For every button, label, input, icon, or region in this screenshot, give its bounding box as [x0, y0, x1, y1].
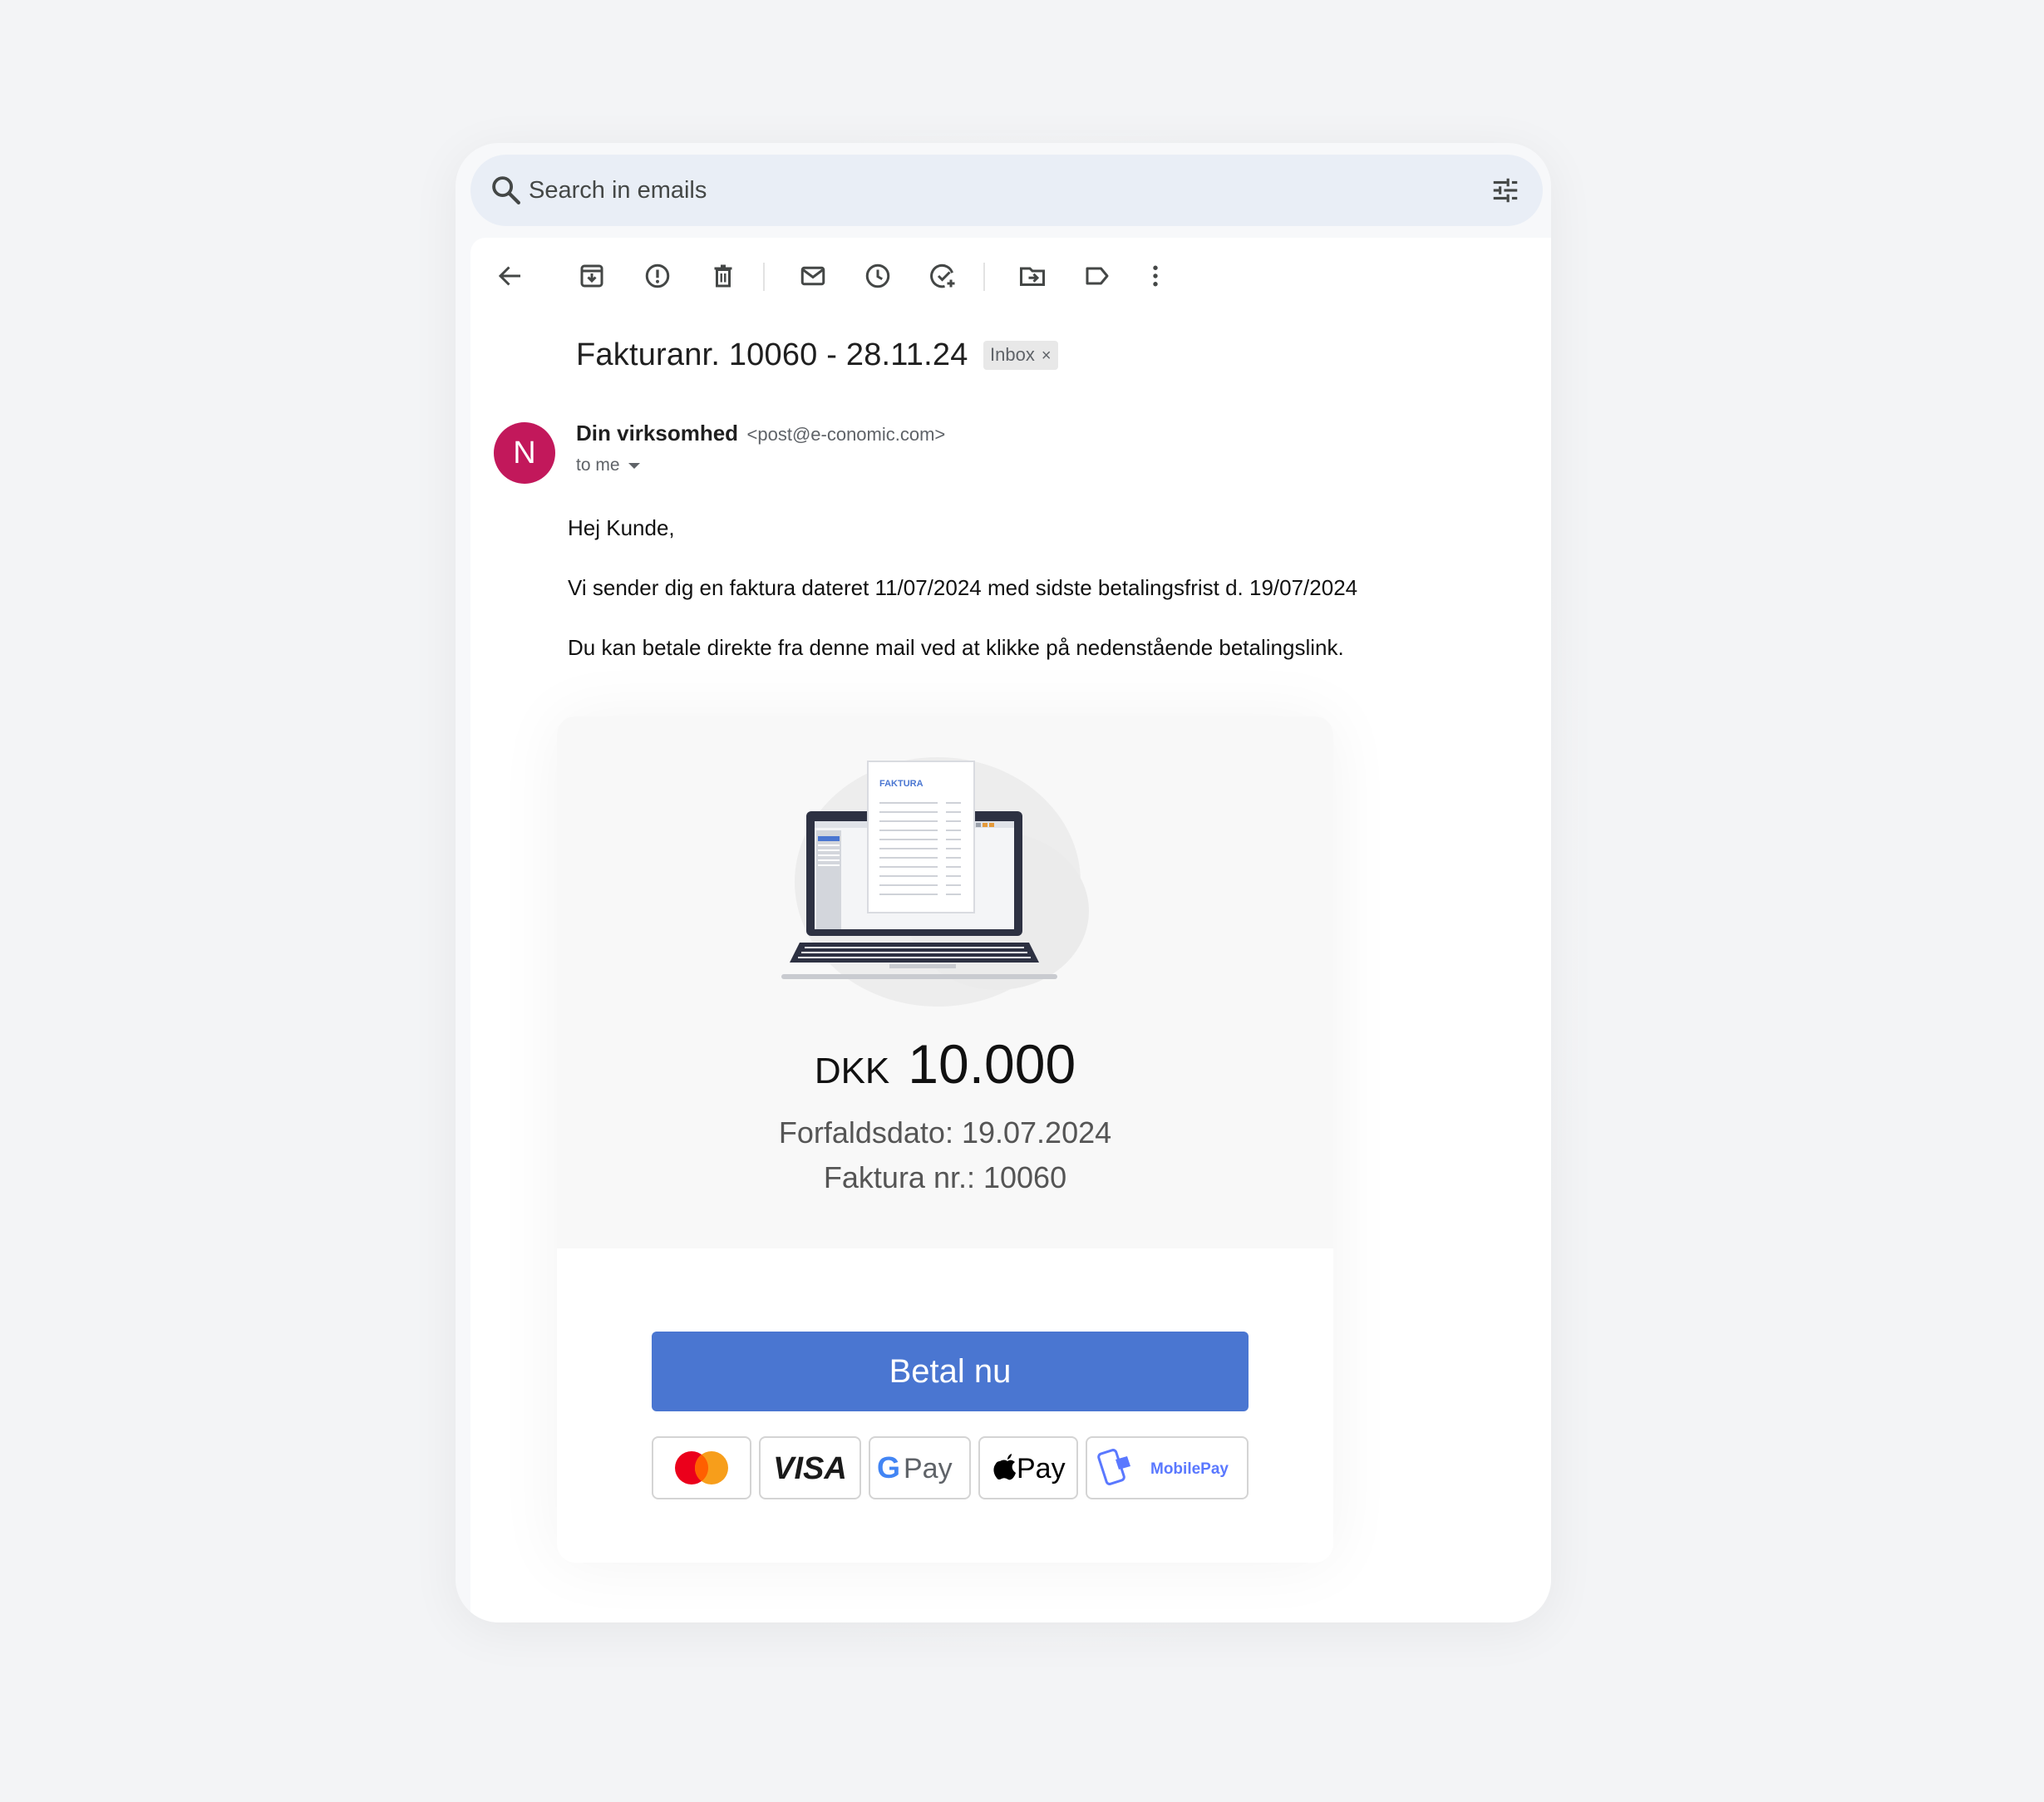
- snooze-icon[interactable]: [863, 261, 893, 291]
- inbox-label-text: Inbox: [990, 344, 1035, 365]
- archive-icon[interactable]: [577, 261, 607, 291]
- pay-now-button[interactable]: Betal nu: [652, 1332, 1249, 1411]
- svg-text:FAKTURA: FAKTURA: [879, 779, 923, 789]
- subject-row: Fakturanr. 10060 - 28.11.24 Inbox ×: [576, 337, 1058, 387]
- body-paragraph-2: Du kan betale direkte fra denne mail ved…: [568, 635, 1344, 660]
- report-spam-icon[interactable]: [643, 261, 672, 291]
- sender-name[interactable]: Din virksomhed: [576, 421, 738, 446]
- laptop-invoice-illustration: FAKTURA: [773, 736, 1106, 1019]
- add-to-tasks-icon[interactable]: [928, 261, 958, 291]
- sender-line: Din virksomhed <post@e-conomic.com>: [576, 421, 945, 446]
- amount-value: 10.000: [908, 1033, 1076, 1095]
- apple-pay-icon: Pay: [978, 1436, 1078, 1499]
- email-client-window: Fakturanr. 10060 - 28.11.24 Inbox × N Din…: [456, 143, 1551, 1622]
- google-pay-text: Pay: [904, 1453, 953, 1484]
- amount-currency: DKK: [814, 1051, 890, 1091]
- recipient-label: to me: [576, 455, 620, 475]
- mastercard-icon: [652, 1436, 751, 1499]
- chevron-down-icon[interactable]: [628, 462, 640, 469]
- message-toolbar: [470, 238, 1551, 313]
- message-panel: Fakturanr. 10060 - 28.11.24 Inbox × N Din…: [470, 238, 1551, 1622]
- inbox-label-chip[interactable]: Inbox ×: [983, 341, 1058, 370]
- visa-text: VISA: [773, 1451, 847, 1486]
- remove-label-icon[interactable]: ×: [1042, 347, 1052, 365]
- body-paragraph-1: Vi sender dig en faktura dateret 11/07/2…: [568, 575, 1358, 600]
- invoice-number: Faktura nr.: 10060: [823, 1160, 1067, 1194]
- invoice-amount: DKK 10.000: [557, 1032, 1333, 1095]
- greeting: Hej Kunde,: [568, 515, 675, 540]
- label-icon[interactable]: [1082, 261, 1112, 291]
- recipient-details[interactable]: to me: [576, 455, 640, 475]
- mobilepay-text: MobilePay: [1150, 1460, 1229, 1478]
- invoice-card-summary: FAKTURA DKK 10.000 Forfaldsdato: 19.07.2…: [557, 716, 1333, 1248]
- search-options-icon[interactable]: [1490, 175, 1521, 206]
- toolbar-divider: [983, 263, 985, 291]
- visa-icon: VISA: [759, 1436, 861, 1499]
- move-to-icon[interactable]: [1017, 261, 1047, 291]
- google-pay-icon: G Pay: [869, 1436, 971, 1499]
- delete-icon[interactable]: [708, 261, 738, 291]
- search-icon[interactable]: [489, 173, 524, 208]
- email-subject: Fakturanr. 10060 - 28.11.24: [576, 337, 968, 372]
- search-bar[interactable]: [470, 155, 1543, 226]
- svg-text:G: G: [877, 1450, 900, 1484]
- search-input[interactable]: [529, 166, 1360, 214]
- back-arrow-icon[interactable]: [495, 261, 525, 291]
- mobilepay-icon: MobilePay: [1086, 1436, 1249, 1499]
- toolbar-divider: [763, 263, 765, 291]
- avatar[interactable]: N: [494, 422, 555, 484]
- more-options-icon[interactable]: [1140, 261, 1170, 291]
- invoice-card: FAKTURA DKK 10.000 Forfaldsdato: 19.07.2…: [557, 716, 1333, 1563]
- sender-email: <post@e-conomic.com>: [746, 424, 946, 445]
- apple-pay-text: Pay: [1017, 1453, 1066, 1484]
- mark-unread-icon[interactable]: [798, 261, 828, 291]
- due-date: Forfaldsdato: 19.07.2024: [778, 1115, 1112, 1150]
